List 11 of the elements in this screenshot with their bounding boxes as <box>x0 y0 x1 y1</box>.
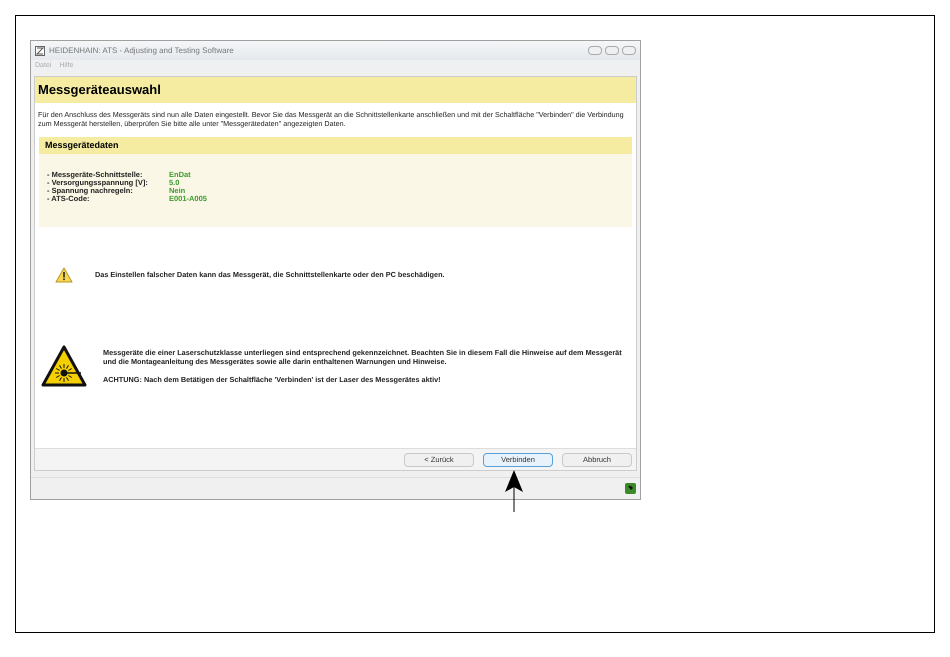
warning-icon <box>55 266 73 282</box>
maximize-button[interactable] <box>605 46 619 55</box>
pointer-arrow <box>503 470 525 512</box>
panel-title: Messgerätedaten <box>39 136 632 154</box>
close-button[interactable] <box>622 46 636 55</box>
status-icon <box>625 483 636 494</box>
app-logo-icon <box>35 46 45 56</box>
minimize-button[interactable] <box>588 46 602 55</box>
window-title: HEIDENHAIN: ATS - Adjusting and Testing Software <box>49 44 234 56</box>
laser-warning-icon <box>41 344 87 386</box>
page-heading: Messgeräteauswahl <box>35 77 636 102</box>
